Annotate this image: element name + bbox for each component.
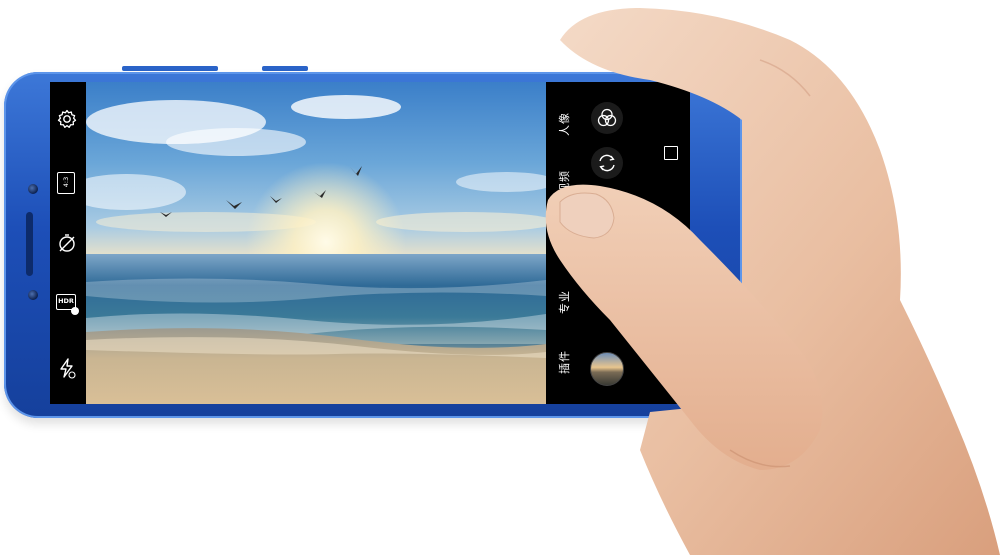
filter-icon [597, 108, 617, 127]
filter-button[interactable] [591, 102, 623, 134]
front-sensor [28, 184, 38, 194]
square-icon[interactable] [664, 146, 678, 160]
aspect-ratio-button[interactable]: 4:3 [57, 172, 75, 194]
earpiece-speaker [26, 212, 33, 276]
aspect-ratio-label: 4:3 [62, 176, 70, 188]
gallery-thumbnail[interactable] [590, 352, 624, 386]
mode-portrait[interactable]: 人像 [556, 112, 572, 136]
viewfinder-preview[interactable] [86, 82, 546, 404]
flash-auto-icon[interactable] [57, 357, 77, 379]
switch-camera-icon [599, 154, 615, 172]
left-toolbar: 4:3 HDR [50, 82, 86, 404]
gear-icon[interactable] [56, 108, 78, 130]
mode-video[interactable]: 视频 [556, 170, 572, 194]
mode-plugins[interactable]: 插件 [556, 350, 572, 374]
product-scene: 4:3 HDR 人像 视频 专业 插件 [0, 0, 1000, 555]
beach-scene [86, 95, 546, 404]
volume-button [122, 66, 218, 71]
camera-screen: 4:3 HDR 人像 视频 专业 插件 [50, 82, 690, 404]
hdr-auto-badge [71, 307, 79, 315]
hdr-button[interactable]: HDR [56, 294, 79, 315]
switch-camera-button[interactable] [591, 147, 623, 179]
hdr-label: HDR [58, 297, 74, 305]
timer-off-icon[interactable] [56, 232, 78, 254]
shutter-icon[interactable] [658, 228, 680, 250]
mode-pro[interactable]: 专业 [556, 290, 572, 314]
power-button [262, 66, 308, 71]
right-controls: 人像 视频 专业 插件 [546, 82, 690, 404]
front-camera [28, 290, 38, 300]
